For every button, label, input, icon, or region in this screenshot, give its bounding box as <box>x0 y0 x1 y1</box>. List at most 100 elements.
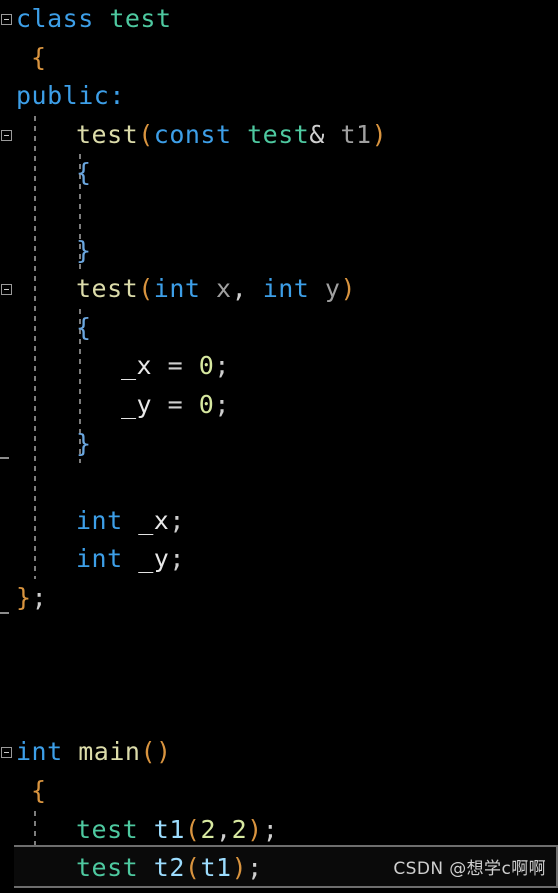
code-line-11[interactable]: _y = 0; <box>0 386 558 425</box>
token-fn: main <box>78 737 141 767</box>
token-punc: = <box>152 351 199 381</box>
token-punc: & <box>309 119 325 149</box>
token-kw: class <box>16 4 94 33</box>
code-editor[interactable]: class test{public: test(const test& t1){}… <box>0 0 558 893</box>
code-line-2[interactable]: { <box>0 39 558 78</box>
code-line-1[interactable]: class test <box>0 0 558 39</box>
token-num: 2 <box>200 814 217 844</box>
token-brace-i: { <box>76 158 92 188</box>
fold-param-ctor-icon[interactable] <box>1 284 12 295</box>
token-fn: test <box>76 274 139 304</box>
token-punc: , <box>231 274 248 304</box>
token-punc <box>247 274 263 303</box>
fold-main-icon[interactable] <box>1 747 12 759</box>
token-punc: ; <box>214 351 230 381</box>
token-brace-o: { <box>31 42 47 72</box>
code-line-14[interactable]: int _x; <box>0 502 558 541</box>
token-type: test <box>247 119 310 149</box>
token-punc <box>200 274 216 303</box>
code-line-20[interactable]: int main() <box>0 733 558 772</box>
fold-copy-ctor-icon[interactable] <box>1 129 12 141</box>
token-kw: int <box>153 274 201 304</box>
code-line-10[interactable]: _x = 0; <box>0 347 558 386</box>
token-brace-i: } <box>76 235 92 265</box>
token-kw: : <box>109 81 125 111</box>
token-punc <box>123 544 139 573</box>
token-paren: ) <box>247 814 263 844</box>
code-line-22[interactable]: test t1(2,2); <box>0 811 558 850</box>
token-paren: () <box>140 737 172 767</box>
token-var: t1 <box>153 814 185 844</box>
token-kw: const <box>153 119 232 149</box>
token-type: test <box>76 853 139 883</box>
token-kw: public <box>16 81 110 111</box>
token-kw: int <box>76 544 123 574</box>
token-paren: ) <box>340 274 357 304</box>
code-line-6[interactable] <box>0 193 558 232</box>
code-content[interactable]: class test{public: test(const test& t1){}… <box>0 0 558 893</box>
code-line-15[interactable]: int _y; <box>0 540 558 579</box>
token-num: 2 <box>231 814 248 844</box>
token-punc: ; <box>31 583 48 612</box>
fold-end-class-icon <box>0 611 9 614</box>
token-paren: ( <box>138 274 154 304</box>
token-kw: int <box>76 505 123 535</box>
code-line-5[interactable]: { <box>0 154 558 193</box>
token-punc <box>325 120 341 149</box>
fold-class-test-icon[interactable] <box>1 13 12 25</box>
code-line-8[interactable]: test(int x, int y) <box>0 270 558 309</box>
code-line-12[interactable]: } <box>0 425 558 464</box>
token-punc: ; <box>169 544 185 574</box>
token-punc: ; <box>214 390 230 419</box>
token-paren: ) <box>231 853 248 883</box>
code-line-9[interactable]: { <box>0 309 558 348</box>
token-kw: int <box>16 737 63 767</box>
code-line-16[interactable]: }; <box>0 579 558 618</box>
code-line-3[interactable]: public: <box>0 77 558 116</box>
token-param: y <box>324 274 341 304</box>
token-paren: ( <box>138 119 154 149</box>
token-type: test <box>109 4 172 33</box>
code-line-18[interactable] <box>0 656 558 695</box>
token-brace-i: { <box>76 312 92 342</box>
code-line-19[interactable] <box>0 695 558 734</box>
code-line-13[interactable] <box>0 463 558 502</box>
token-punc: ; <box>169 505 185 535</box>
token-punc <box>63 737 79 766</box>
token-brace-i: } <box>76 428 92 458</box>
token-num: 0 <box>198 351 215 381</box>
token-punc: ; <box>262 814 279 844</box>
token-paren: ( <box>184 814 201 844</box>
token-member: _y <box>121 390 153 419</box>
token-param: x <box>216 274 232 304</box>
token-member: _x <box>138 505 170 535</box>
fold-end-param-ctor-icon <box>0 457 9 460</box>
token-fn: test <box>76 119 139 149</box>
token-num: 0 <box>198 390 215 419</box>
token-member: _y <box>138 544 170 574</box>
token-punc: ; <box>247 853 263 883</box>
token-kw: int <box>262 274 310 304</box>
token-brace-o: } <box>16 583 32 612</box>
token-punc <box>138 853 154 882</box>
token-paren: ( <box>184 853 201 883</box>
token-punc: = <box>152 390 199 419</box>
code-line-21[interactable]: { <box>0 772 558 811</box>
code-line-7[interactable]: } <box>0 232 558 271</box>
token-var: t1 <box>200 853 232 883</box>
code-line-4[interactable]: test(const test& t1) <box>0 116 558 155</box>
token-punc <box>232 120 248 149</box>
code-line-17[interactable] <box>0 618 558 657</box>
csdn-watermark: CSDN @想学c啊啊 <box>393 859 546 879</box>
token-punc: , <box>216 814 232 844</box>
token-paren: ) <box>371 119 388 149</box>
token-param: t1 <box>340 119 372 149</box>
token-punc <box>138 815 154 844</box>
token-punc <box>123 506 139 535</box>
editor-gutter[interactable] <box>0 0 14 893</box>
token-punc <box>94 4 110 33</box>
token-var: t2 <box>153 853 185 883</box>
token-punc <box>309 274 325 303</box>
token-member: _x <box>121 351 153 381</box>
token-brace-o: { <box>31 776 47 805</box>
